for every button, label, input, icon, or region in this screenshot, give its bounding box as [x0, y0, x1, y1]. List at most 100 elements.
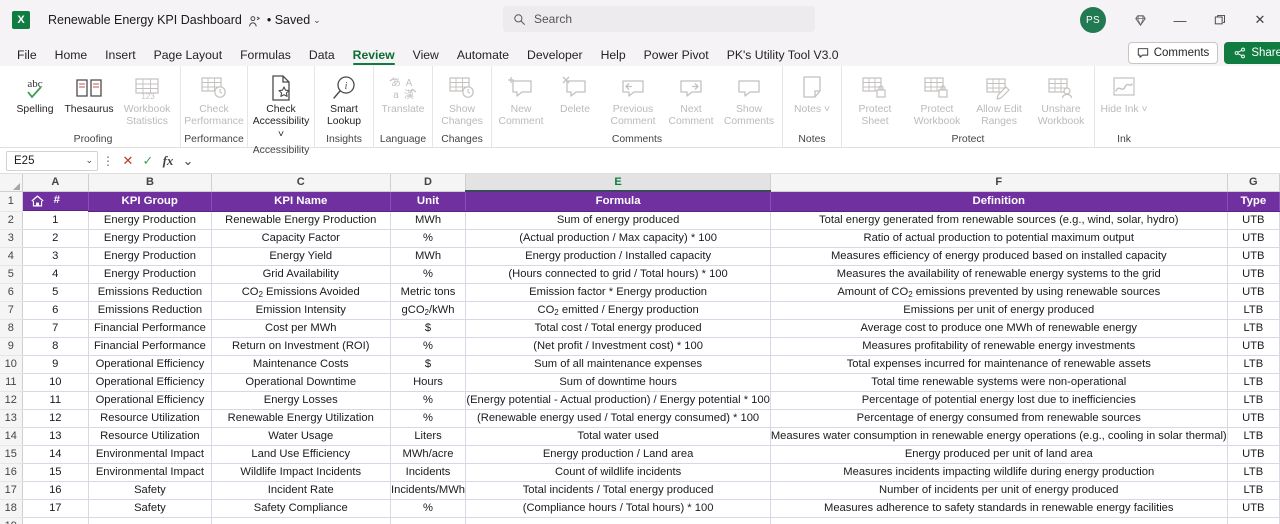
cell-E[interactable]: (Actual production / Max capacity) * 100: [465, 229, 771, 248]
cell-B[interactable]: Resource Utilization: [88, 427, 212, 446]
row-header-5[interactable]: 5: [0, 265, 23, 284]
share-person-icon[interactable]: [248, 15, 261, 28]
cell-B[interactable]: Operational Efficiency: [88, 391, 212, 410]
cell-E[interactable]: (Renewable energy used / Total energy co…: [465, 409, 771, 428]
ribbon-tab-developer[interactable]: Developer: [518, 49, 592, 66]
cell-E[interactable]: (Net profit / Investment cost) * 100: [465, 337, 771, 356]
row-header-17[interactable]: 17: [0, 481, 23, 500]
cell-D[interactable]: MWh: [390, 247, 467, 266]
cell-B[interactable]: Energy Production: [88, 265, 212, 284]
cell-G[interactable]: LTB: [1227, 427, 1280, 446]
cell-B[interactable]: Resource Utilization: [88, 409, 212, 428]
cell-D[interactable]: [390, 517, 467, 524]
cell-D[interactable]: %: [390, 337, 467, 356]
minimize-button[interactable]: —: [1160, 0, 1200, 40]
cell-D[interactable]: $: [390, 355, 467, 374]
header-cell-F[interactable]: Definition: [770, 191, 1228, 212]
cell-C[interactable]: Grid Availability: [211, 265, 391, 284]
cell-G[interactable]: LTB: [1227, 481, 1280, 500]
row-header-12[interactable]: 12: [0, 391, 23, 410]
cell-E[interactable]: Count of wildlife incidents: [465, 463, 771, 482]
row-header-18[interactable]: 18: [0, 499, 23, 518]
saved-state[interactable]: • Saved ⌄: [267, 13, 321, 27]
cell-A[interactable]: 1: [22, 211, 90, 230]
column-header-F[interactable]: F: [770, 174, 1228, 192]
cell-G[interactable]: LTB: [1227, 355, 1280, 374]
ribbon-button-spelling[interactable]: abc Spelling: [8, 70, 62, 118]
ribbon-tab-page-layout[interactable]: Page Layout: [145, 49, 231, 66]
cell-G[interactable]: LTB: [1227, 373, 1280, 392]
cell-B[interactable]: Operational Efficiency: [88, 355, 212, 374]
cell-C[interactable]: Energy Yield: [211, 247, 391, 266]
close-button[interactable]: ✕: [1240, 0, 1280, 40]
cell-F[interactable]: Measures water consumption in renewable …: [770, 427, 1228, 446]
cell-G[interactable]: UTB: [1227, 337, 1280, 356]
row-header-2[interactable]: 2: [0, 211, 23, 230]
select-all-corner[interactable]: [0, 174, 23, 192]
cell-G[interactable]: UTB: [1227, 247, 1280, 266]
restore-button[interactable]: [1200, 0, 1240, 40]
share-button[interactable]: Share: [1224, 42, 1280, 64]
row-header-15[interactable]: 15: [0, 445, 23, 464]
cell-C[interactable]: Energy Losses: [211, 391, 391, 410]
cell-G[interactable]: UTB: [1227, 499, 1280, 518]
cell-E[interactable]: (Energy potential - Actual production) /…: [465, 391, 771, 410]
cell-C[interactable]: Safety Compliance: [211, 499, 391, 518]
cell-D[interactable]: Incidents: [390, 463, 467, 482]
cell-D[interactable]: %: [390, 229, 467, 248]
cell-F[interactable]: Measures the availability of renewable e…: [770, 265, 1228, 284]
row-header-9[interactable]: 9: [0, 337, 23, 356]
cell-E[interactable]: Total water used: [465, 427, 771, 446]
cell-G[interactable]: LTB: [1227, 301, 1280, 320]
header-cell-D[interactable]: Unit: [390, 191, 467, 212]
cell-B[interactable]: Financial Performance: [88, 319, 212, 338]
cell-A[interactable]: 3: [22, 247, 90, 266]
cell-D[interactable]: %: [390, 499, 467, 518]
cell-G[interactable]: UTB: [1227, 445, 1280, 464]
cell-E[interactable]: [465, 517, 771, 524]
cell-G[interactable]: LTB: [1227, 319, 1280, 338]
cell-C[interactable]: Incident Rate: [211, 481, 391, 500]
cell-F[interactable]: Amount of CO2 emissions prevented by usi…: [770, 283, 1228, 302]
ribbon-tab-data[interactable]: Data: [300, 49, 344, 66]
ribbon-tab-review[interactable]: Review: [344, 49, 404, 66]
ribbon-tab-view[interactable]: View: [404, 49, 448, 66]
row-header-6[interactable]: 6: [0, 283, 23, 302]
ribbon-tab-help[interactable]: Help: [592, 49, 635, 66]
cell-A[interactable]: 6: [22, 301, 90, 320]
cell-E[interactable]: Energy production / Installed capacity: [465, 247, 771, 266]
cell-C[interactable]: Renewable Energy Utilization: [211, 409, 391, 428]
cell-F[interactable]: Ratio of actual production to potential …: [770, 229, 1228, 248]
cell-D[interactable]: Incidents/MWh: [390, 481, 467, 500]
cell-A[interactable]: 2: [22, 229, 90, 248]
row-header-7[interactable]: 7: [0, 301, 23, 320]
document-title[interactable]: Renewable Energy KPI Dashboard: [48, 13, 242, 27]
cell-D[interactable]: %: [390, 391, 467, 410]
column-header-G[interactable]: G: [1227, 174, 1280, 192]
cell-G[interactable]: UTB: [1227, 409, 1280, 428]
cell-A[interactable]: 17: [22, 499, 90, 518]
cell-G[interactable]: UTB: [1227, 283, 1280, 302]
cell-B[interactable]: Environmental Impact: [88, 445, 212, 464]
ribbon-tab-home[interactable]: Home: [46, 49, 97, 66]
cell-A[interactable]: 14: [22, 445, 90, 464]
cell-F[interactable]: Percentage of potential energy lost due …: [770, 391, 1228, 410]
cell-E[interactable]: Energy production / Land area: [465, 445, 771, 464]
row-header-19[interactable]: 19: [0, 517, 23, 524]
cell-D[interactable]: Metric tons: [390, 283, 467, 302]
cell-F[interactable]: Measures efficiency of energy produced b…: [770, 247, 1228, 266]
cell-G[interactable]: [1227, 517, 1280, 524]
cell-B[interactable]: Emissions Reduction: [88, 301, 212, 320]
cell-D[interactable]: $: [390, 319, 467, 338]
cell-F[interactable]: Emissions per unit of energy produced: [770, 301, 1228, 320]
cell-F[interactable]: Measures profitability of renewable ener…: [770, 337, 1228, 356]
header-cell-A[interactable]: #: [22, 191, 89, 211]
cell-C[interactable]: Cost per MWh: [211, 319, 391, 338]
cell-A[interactable]: 15: [22, 463, 90, 482]
cell-B[interactable]: Emissions Reduction: [88, 283, 212, 302]
formula-bar-expand-icon[interactable]: ⌄: [178, 153, 198, 169]
cell-A[interactable]: 16: [22, 481, 90, 500]
ribbon-tab-pk-s-utility-tool-v3-0[interactable]: PK's Utility Tool V3.0: [718, 49, 848, 66]
insert-function-button[interactable]: fx: [158, 153, 178, 169]
cell-E[interactable]: (Compliance hours / Total hours) * 100: [465, 499, 771, 518]
